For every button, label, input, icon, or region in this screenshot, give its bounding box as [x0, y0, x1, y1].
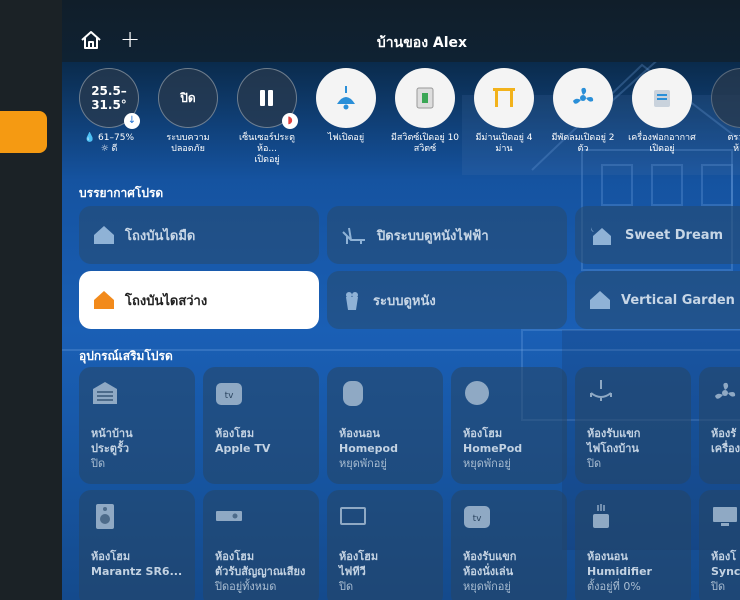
popcorn-icon — [346, 292, 358, 310]
status-climate[interactable]: 25.5– 31.5° ↓ 💧 61–75% ☼ ดี — [72, 68, 146, 155]
scene-sweet-dream[interactable]: Sweet Dream — [575, 206, 740, 264]
garage-door-icon — [93, 382, 117, 404]
status-switches[interactable]: มีสวิตซ์เปิดอยู่ 10 สวิตซ์ — [388, 68, 462, 155]
status-fans[interactable]: มีพัดลมเปิดอยู่ 2 ตัว — [546, 68, 620, 155]
lounge-chair-icon — [342, 227, 365, 244]
status-security[interactable]: ปิด ระบบความ ปลอดภัย — [151, 68, 225, 155]
scene-theater-off[interactable]: ปิดระบบดูหนังไฟฟ้า — [327, 206, 567, 264]
status-door-sensor[interactable]: ◗ เซ็นเซอร์ประตูห้อ... เปิดอยู่ — [230, 68, 304, 166]
scene-theater[interactable]: ระบบดูหนัง — [327, 271, 567, 329]
status-row: 25.5– 31.5° ↓ 💧 61–75% ☼ ดี ปิด ระบบความ ปล… — [62, 68, 740, 168]
house-icon — [94, 226, 114, 244]
status-detect[interactable]: ตรวจพห้อง — [704, 68, 740, 155]
air-purifier-icon — [654, 90, 670, 107]
status-lights[interactable]: ไฟเปิดอยู่ — [309, 68, 383, 144]
curtain-icon — [493, 88, 515, 107]
apple-tv-icon: tv — [216, 383, 242, 405]
humidifier-icon — [593, 504, 609, 528]
accessories-heading: อุปกรณ์เสริมโปรด — [79, 349, 173, 363]
sidebar — [0, 0, 62, 600]
monitor-icon — [713, 507, 737, 526]
house-moon-icon — [591, 227, 611, 245]
tile-home-homepod[interactable]: ห้องโฮม HomePod หยุดพักอยู่ — [451, 367, 567, 484]
scene-stair-dark[interactable]: โถงบันไดมืด — [79, 206, 319, 264]
tile-bedroom-homepod[interactable]: ห้องนอน Homepod หยุดพักอยู่ — [327, 367, 443, 484]
switch-icon — [416, 87, 434, 109]
add-icon[interactable]: + — [120, 27, 140, 51]
tile-hall-light[interactable]: ห้องรับแขก ไฟโถงบ้าน ปิด — [575, 367, 691, 484]
status-curtains[interactable]: มีม่านเปิดอยู่ 4 ม่าน — [467, 68, 541, 155]
tile-humidifier[interactable]: ห้องนอน Humidifier ตั้งอยู่ที่ 0% — [575, 490, 691, 600]
top-bar: + บ้านของ Alex — [62, 0, 740, 62]
tile-apple-tv[interactable]: tv ห้องโฮม Apple TV — [203, 367, 319, 484]
home-title: บ้านของ Alex — [376, 35, 468, 51]
house-icon — [590, 291, 610, 309]
tile-marantz[interactable]: ห้องโฮม Marantz SR6... — [79, 490, 195, 600]
scenes-heading: บรรยากาศโปรด — [79, 186, 164, 200]
tv-icon — [340, 507, 366, 525]
tile-front-gate[interactable]: หน้าบ้าน ประตูรั้ว ปิด — [79, 367, 195, 484]
tile-tv-light[interactable]: ห้องโฮม ไฟทีวี ปิด — [327, 490, 443, 600]
tile-fan-partial[interactable]: ห้องรั เครื่อง — [699, 367, 740, 484]
arrow-down-icon: ↓ — [124, 113, 140, 129]
homepod-mini-icon — [465, 381, 489, 405]
chandelier-icon — [590, 380, 612, 401]
scene-stair-bright[interactable]: โถงบันไดสว่าง — [79, 271, 319, 329]
fan-icon — [573, 87, 594, 104]
speaker-icon — [96, 504, 114, 529]
ceiling-light-icon — [337, 86, 355, 110]
sidebar-selected-item[interactable] — [0, 111, 47, 153]
alert-icon: ◗ — [282, 113, 298, 129]
status-air-purifier[interactable]: เครื่องฟอกอากาศ เปิดอยู่ — [625, 68, 699, 155]
svg-text:tv: tv — [225, 391, 235, 401]
home-main: + บ้านของ Alex 25.5– 31.5° ↓ 💧 61–75% ☼ ดี… — [62, 0, 740, 600]
tile-receiver[interactable]: ห้องโฮม ตัวรับสัญญาณเสียง ปิดอยู่ทั้งหมด — [203, 490, 319, 600]
receiver-icon — [216, 511, 242, 521]
tile-living-room-tv[interactable]: tv ห้องรับแขก ห้องนั่งเล่น หยุดพักอยู่ — [451, 490, 567, 600]
svg-text:tv: tv — [473, 514, 483, 524]
homepod-icon — [343, 381, 363, 406]
tile-sync[interactable]: ห้องโ Sync ปิด — [699, 490, 740, 600]
door-sensor-icon — [260, 90, 273, 106]
home-icon[interactable] — [80, 29, 102, 51]
house-icon — [94, 291, 114, 309]
fan-icon — [715, 382, 736, 399]
scene-vertical-garden[interactable]: Vertical Garden O — [575, 271, 740, 329]
apple-tv-icon: tv — [464, 506, 490, 528]
